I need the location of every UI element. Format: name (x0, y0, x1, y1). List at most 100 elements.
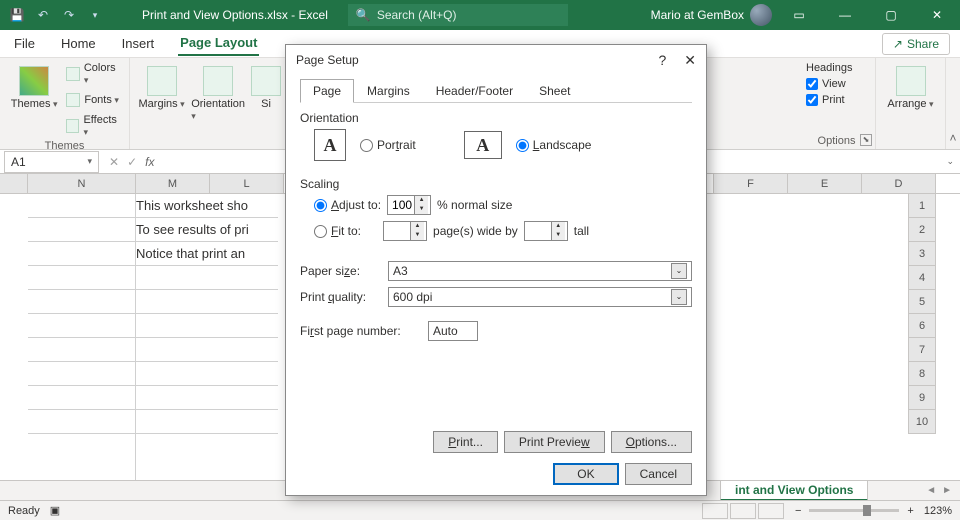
minimize-icon[interactable]: — (822, 0, 868, 30)
row-header[interactable]: 5 (908, 290, 936, 314)
fit-wide-input[interactable] (384, 224, 410, 238)
fx-icon[interactable]: fx (145, 155, 154, 169)
ok-button[interactable]: OK (553, 463, 618, 485)
cancel-formula-icon[interactable]: ✕ (109, 155, 119, 169)
spinner-up-icon[interactable]: ▲ (410, 222, 424, 231)
first-page-number-input[interactable]: Auto (428, 321, 478, 341)
landscape-radio[interactable]: Landscape (516, 138, 592, 152)
row-header[interactable]: 3 (908, 242, 936, 266)
tab-insert[interactable]: Insert (120, 32, 157, 55)
fit-to-radio[interactable]: Fit to: (314, 224, 361, 238)
dialog-close-icon[interactable]: ✕ (684, 52, 696, 69)
column-header[interactable]: M (136, 174, 210, 193)
scroll-left-icon[interactable]: ◄ (926, 485, 936, 496)
column-header[interactable]: E (788, 174, 862, 193)
name-box[interactable]: A1 ▾ (4, 151, 99, 173)
orientation-label: Orientation (191, 98, 245, 122)
macro-record-icon[interactable]: ▣ (50, 504, 60, 517)
scroll-right-icon[interactable]: ► (942, 485, 952, 496)
namebox-dropdown-icon[interactable]: ▾ (87, 156, 92, 167)
row-header[interactable]: 10 (908, 410, 936, 434)
redo-icon[interactable]: ↷ (60, 6, 78, 24)
column-header[interactable]: D (862, 174, 936, 193)
spinner-up-icon[interactable]: ▲ (551, 222, 565, 231)
ribbon-collapse-icon[interactable]: ˄ (946, 58, 960, 149)
dialog-tab-header-footer[interactable]: Header/Footer (423, 79, 526, 103)
spinner-down-icon[interactable]: ▼ (410, 231, 424, 240)
themes-button[interactable]: Themes (8, 62, 60, 114)
user-avatar-icon[interactable] (750, 4, 772, 26)
options-button[interactable]: Options... (611, 431, 692, 453)
colors-button[interactable]: Colors (66, 62, 121, 86)
fit-tall-input[interactable] (525, 224, 551, 238)
adjust-to-radio[interactable]: Adjust to: (314, 198, 381, 212)
row-header[interactable]: 7 (908, 338, 936, 362)
fit-wide-spinner[interactable]: ▲▼ (383, 221, 427, 241)
dialog-help-icon[interactable]: ? (658, 52, 666, 69)
row-header[interactable]: 9 (908, 386, 936, 410)
dialog-titlebar[interactable]: Page Setup ? ✕ (286, 45, 706, 75)
orientation-button[interactable]: Orientation (191, 62, 245, 126)
fit-tall-spinner[interactable]: ▲▼ (524, 221, 568, 241)
zoom-in-icon[interactable]: + (907, 505, 913, 517)
adjust-percent-input[interactable] (388, 198, 414, 212)
tab-page-layout[interactable]: Page Layout (178, 31, 259, 56)
ribbon-search[interactable]: 🔍 Search (Alt+Q) (348, 4, 568, 26)
spinner-up-icon[interactable]: ▲ (414, 196, 428, 205)
sheet-options-launcher-icon[interactable]: ⬊ (860, 134, 872, 146)
tab-file[interactable]: File (12, 32, 37, 55)
spinner-down-icon[interactable]: ▼ (414, 205, 428, 214)
page-break-view-button[interactable] (758, 503, 784, 519)
maximize-icon[interactable]: ▢ (868, 0, 914, 30)
formula-expand-icon[interactable]: ⌄ (946, 156, 960, 167)
row-header[interactable]: 6 (908, 314, 936, 338)
spinner-down-icon[interactable]: ▼ (551, 231, 565, 240)
size-button[interactable]: Si (251, 62, 281, 114)
page-layout-view-button[interactable] (730, 503, 756, 519)
save-icon[interactable]: 💾 (8, 6, 26, 24)
adjust-percent-spinner[interactable]: ▲▼ (387, 195, 431, 215)
user-name[interactable]: Mario at GemBox (651, 8, 744, 22)
share-button[interactable]: ↗ Share (882, 33, 950, 55)
row-header[interactable]: 1 (908, 194, 936, 218)
orientation-icon (203, 66, 233, 96)
zoom-out-icon[interactable]: − (795, 505, 801, 517)
tab-home[interactable]: Home (59, 32, 98, 55)
dialog-tab-page[interactable]: Page (300, 79, 354, 103)
normal-view-button[interactable] (702, 503, 728, 519)
qat-dropdown-icon[interactable]: ▾ (86, 6, 104, 24)
row-header[interactable]: 4 (908, 266, 936, 290)
undo-icon[interactable]: ↶ (34, 6, 52, 24)
paper-size-select[interactable]: A3⌄ (388, 261, 692, 281)
size-label: Si (261, 98, 271, 110)
enter-formula-icon[interactable]: ✓ (127, 155, 137, 169)
namebox-value: A1 (11, 155, 26, 169)
select-all-corner[interactable] (0, 174, 28, 193)
print-headings-checkbox[interactable]: Print (806, 94, 852, 106)
arrange-button[interactable]: Arrange (884, 62, 937, 114)
fonts-button[interactable]: Fonts (66, 88, 121, 112)
print-preview-button[interactable]: Print Preview (504, 431, 605, 453)
cancel-button[interactable]: Cancel (625, 463, 692, 485)
sheet-tab[interactable]: int and View Options (720, 480, 868, 501)
margins-button[interactable]: Margins (138, 62, 185, 114)
portrait-radio[interactable]: Portrait (360, 138, 416, 152)
zoom-slider[interactable] (809, 509, 899, 512)
column-header[interactable]: N (28, 174, 136, 193)
dialog-tab-sheet[interactable]: Sheet (526, 79, 583, 103)
print-button[interactable]: Print... (433, 431, 498, 453)
tall-label: tall (574, 224, 589, 238)
view-headings-checkbox[interactable]: View (806, 78, 852, 90)
close-icon[interactable]: ✕ (914, 0, 960, 30)
print-quality-select[interactable]: 600 dpi⌄ (388, 287, 692, 307)
colors-label: Colors (84, 62, 121, 86)
column-header[interactable]: F (714, 174, 788, 193)
row-header[interactable]: 8 (908, 362, 936, 386)
zoom-level[interactable]: 123% (924, 505, 952, 517)
column-header[interactable]: L (210, 174, 284, 193)
portrait-label: Portrait (377, 138, 416, 152)
row-header[interactable]: 2 (908, 218, 936, 242)
dialog-tab-margins[interactable]: Margins (354, 79, 423, 103)
ribbon-display-icon[interactable]: ▭ (776, 0, 822, 30)
effects-button[interactable]: Effects (66, 114, 121, 138)
